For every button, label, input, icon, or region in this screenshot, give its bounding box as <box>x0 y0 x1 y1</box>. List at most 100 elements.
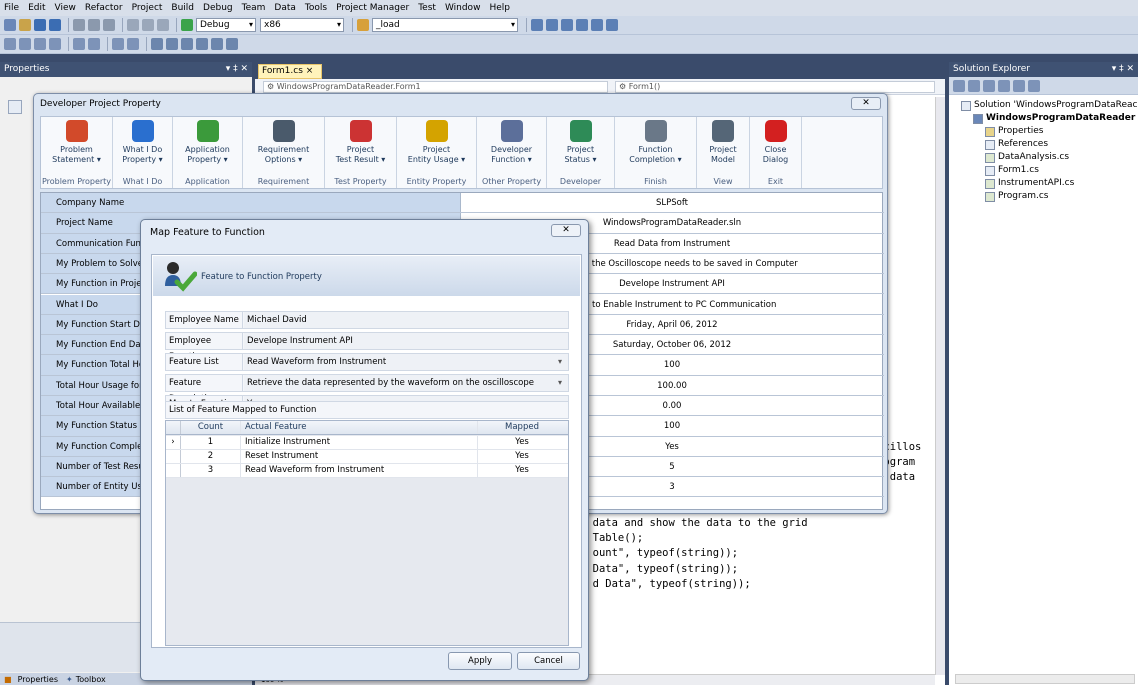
close-icon[interactable]: ✕ <box>551 224 581 237</box>
paste-icon[interactable] <box>103 19 115 31</box>
solution-tree-item[interactable]: WindowsProgramDataReader <box>961 112 1138 125</box>
next-bookmark-folder-icon[interactable] <box>211 38 223 50</box>
properties-button-icon[interactable] <box>953 79 965 92</box>
solution-explorer-icon[interactable] <box>531 19 543 31</box>
save-icon[interactable] <box>34 19 46 31</box>
object-browser-icon[interactable] <box>561 19 573 31</box>
ribbon-developer-button[interactable]: Project Status ▾ Developer <box>547 117 615 188</box>
prev-bookmark-folder-icon[interactable] <box>196 38 208 50</box>
redo-icon[interactable] <box>142 19 154 31</box>
table-row[interactable]: 2 Reset Instrument Yes <box>166 450 568 464</box>
field-dropdown[interactable]: Retrieve the data represented by the wav… <box>244 375 568 391</box>
save-all-icon[interactable] <box>49 19 61 31</box>
member-dropdown[interactable]: ⚙ Form1() <box>615 81 935 93</box>
members-icon[interactable] <box>4 38 16 50</box>
column-mapped[interactable]: Mapped <box>478 421 566 434</box>
categorized-icon[interactable] <box>8 100 22 114</box>
solution-horizontal-scrollbar[interactable] <box>955 674 1135 684</box>
platform-select[interactable]: x86 <box>260 18 344 32</box>
row-header[interactable] <box>166 450 181 463</box>
new-project-icon[interactable] <box>4 19 16 31</box>
find-select[interactable]: _load <box>372 18 518 32</box>
menu-build[interactable]: Build <box>171 3 194 13</box>
ribbon-finish-button[interactable]: Function Completion ▾ Finish <box>615 117 697 188</box>
menu-project-manager[interactable]: Project Manager <box>336 3 409 13</box>
panel-pin-icon[interactable]: ▾ ‡ ✕ <box>226 62 248 77</box>
solution-pin-icon[interactable]: ▾ ‡ ✕ <box>1112 62 1134 77</box>
clear-bookmarks-icon[interactable] <box>226 38 238 50</box>
refresh-icon[interactable] <box>983 79 995 92</box>
quick-info-icon[interactable] <box>34 38 46 50</box>
menu-edit[interactable]: Edit <box>28 3 45 13</box>
ribbon-view-button[interactable]: Project Model View <box>697 117 750 188</box>
ribbon-other-property-button[interactable]: Developer Function ▾ Other Property <box>477 117 547 188</box>
properties-window-icon[interactable] <box>546 19 558 31</box>
solution-tree-item[interactable]: References <box>961 138 1138 151</box>
tab-toolbox[interactable]: Toolbox <box>76 675 106 684</box>
ribbon-exit-button[interactable]: Close Dialog Exit <box>750 117 802 188</box>
ribbon-problem-property-button[interactable]: Problem Statement ▾ Problem Property <box>41 117 113 188</box>
menu-window[interactable]: Window <box>445 3 481 13</box>
ribbon-entity-property-button[interactable]: Project Entity Usage ▾ Entity Property <box>397 117 477 188</box>
menu-help[interactable]: Help <box>489 3 510 13</box>
menu-data[interactable]: Data <box>274 3 296 13</box>
apply-button[interactable]: Apply <box>448 652 512 670</box>
solution-tree-item[interactable]: Program.cs <box>961 190 1138 203</box>
field-input[interactable]: Michael David <box>244 312 568 328</box>
view-code-icon[interactable] <box>998 79 1010 92</box>
editor-vertical-scrollbar[interactable] <box>935 97 945 675</box>
row-header[interactable] <box>166 464 181 477</box>
parameter-info-icon[interactable] <box>19 38 31 50</box>
current-row-arrow-icon[interactable]: › <box>166 436 181 449</box>
view-designer-icon[interactable] <box>1013 79 1025 92</box>
class-diagram-icon[interactable] <box>1028 79 1040 92</box>
menu-debug[interactable]: Debug <box>203 3 233 13</box>
next-bookmark-icon[interactable] <box>181 38 193 50</box>
word-completion-icon[interactable] <box>49 38 61 50</box>
type-dropdown[interactable]: ⚙ WindowsProgramDataReader.Form1 <box>263 81 608 93</box>
solution-tree-item[interactable]: Solution 'WindowsProgramDataReac <box>961 99 1138 112</box>
table-row[interactable]: 3 Read Waveform from Instrument Yes <box>166 464 568 478</box>
tab-form1-cs[interactable]: Form1.cs × <box>258 64 322 79</box>
solution-tree-item[interactable]: DataAnalysis.cs <box>961 151 1138 164</box>
prev-bookmark-icon[interactable] <box>166 38 178 50</box>
comment-icon[interactable] <box>112 38 124 50</box>
menu-view[interactable]: View <box>55 3 76 13</box>
copy-icon[interactable] <box>88 19 100 31</box>
show-all-files-icon[interactable] <box>968 79 980 92</box>
cancel-button[interactable]: Cancel <box>517 652 580 670</box>
decrease-indent-icon[interactable] <box>73 38 85 50</box>
solution-tree-item[interactable]: Properties <box>961 125 1138 138</box>
bookmark-icon[interactable] <box>151 38 163 50</box>
ribbon-test-property-button[interactable]: Project Test Result ▾ Test Property <box>325 117 397 188</box>
cut-icon[interactable] <box>73 19 85 31</box>
start-debug-icon[interactable] <box>181 19 193 31</box>
open-file-icon[interactable] <box>19 19 31 31</box>
close-icon[interactable]: ✕ <box>851 97 881 110</box>
field-input[interactable]: Develope Instrument API <box>244 333 568 349</box>
toolbox-icon[interactable] <box>576 19 588 31</box>
menu-file[interactable]: File <box>4 3 19 13</box>
uncomment-icon[interactable] <box>127 38 139 50</box>
column-count[interactable]: Count <box>181 421 241 434</box>
find-in-files-icon[interactable] <box>357 19 369 31</box>
solution-tree-item[interactable]: Form1.cs <box>961 164 1138 177</box>
start-page-icon[interactable] <box>606 19 618 31</box>
configuration-select[interactable]: Debug <box>196 18 256 32</box>
ribbon-application-button[interactable]: Application Property ▾ Application <box>173 117 243 188</box>
solution-tree-item[interactable]: InstrumentAPI.cs <box>961 177 1138 190</box>
column-actual-feature[interactable]: Actual Feature <box>242 421 478 434</box>
extension-manager-icon[interactable] <box>591 19 603 31</box>
field-dropdown[interactable]: Read Waveform from Instrument <box>244 354 568 370</box>
tab-properties[interactable]: Properties <box>18 675 58 684</box>
menu-project[interactable]: Project <box>132 3 163 13</box>
property-value[interactable]: SLPSoft <box>461 193 883 212</box>
menu-refactor[interactable]: Refactor <box>85 3 123 13</box>
ribbon-requirement-button[interactable]: Requirement Options ▾ Requirement <box>243 117 325 188</box>
increase-indent-icon[interactable] <box>88 38 100 50</box>
menu-test[interactable]: Test <box>418 3 436 13</box>
menu-tools[interactable]: Tools <box>305 3 327 13</box>
undo-icon[interactable] <box>127 19 139 31</box>
table-row[interactable]: › 1 Initialize Instrument Yes <box>166 436 568 450</box>
navigate-back-icon[interactable] <box>157 19 169 31</box>
